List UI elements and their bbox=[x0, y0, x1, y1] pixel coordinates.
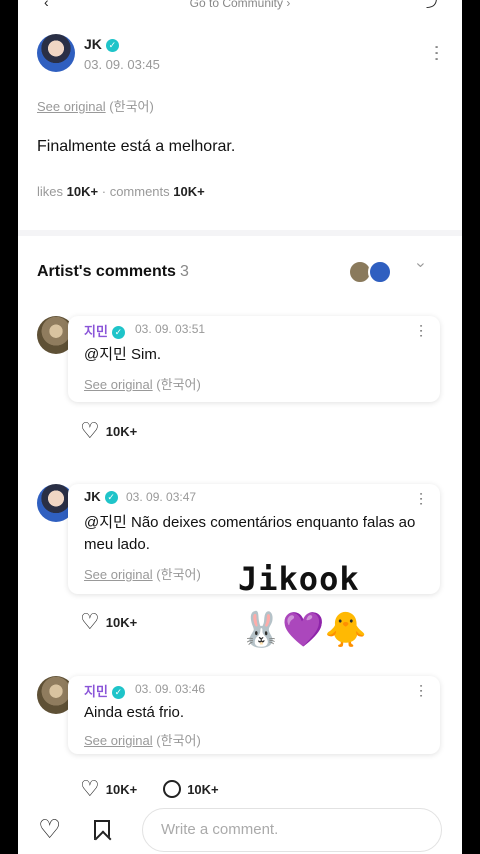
likes-count: 10K+ bbox=[66, 184, 99, 199]
comment-author[interactable]: 지민 ✓ bbox=[84, 681, 125, 700]
likes-label: likes bbox=[37, 184, 64, 199]
post-author[interactable]: JK ✓ bbox=[84, 36, 119, 52]
author-name: JK bbox=[84, 489, 101, 504]
author-name: 지민 bbox=[84, 684, 108, 699]
author-name: JK bbox=[84, 36, 102, 52]
separator: · bbox=[101, 184, 107, 199]
heart-icon[interactable]: ♡ bbox=[80, 420, 100, 442]
likes-count: 10K+ bbox=[105, 423, 138, 439]
original-language: (한국어) bbox=[109, 99, 154, 114]
bottom-bar: ♡ Write a comment. bbox=[18, 806, 462, 854]
like-heart-icon[interactable]: ♡ bbox=[38, 814, 61, 845]
comment-likes[interactable]: ♡ 10K+ bbox=[80, 420, 138, 442]
see-original-link[interactable]: See original (한국어) bbox=[84, 564, 201, 583]
verified-icon: ✓ bbox=[111, 326, 125, 339]
comment-text: Ainda está frio. bbox=[84, 704, 185, 721]
replies-count: 10K+ bbox=[187, 781, 219, 797]
avatar bbox=[368, 260, 392, 284]
original-language: (한국어) bbox=[156, 567, 201, 582]
post-stats: likes 10K+ · comments 10K+ bbox=[37, 184, 205, 199]
original-language: (한국어) bbox=[156, 733, 201, 748]
comment-timestamp: 03. 09. 03:46 bbox=[135, 682, 206, 696]
artist-comments-section: Artist's comments 3 ‹ 지민 ✓ 03. 09. 03:51 ⋯… bbox=[18, 236, 462, 854]
heart-icon[interactable]: ♡ bbox=[80, 611, 100, 633]
author-name: 지민 bbox=[84, 324, 108, 339]
heart-icon[interactable]: ♡ bbox=[80, 778, 100, 800]
comment-likes[interactable]: ♡ 10K+ bbox=[80, 611, 138, 633]
verified-icon: ✓ bbox=[105, 39, 119, 52]
comment-box: 지민 ✓ 03. 09. 03:46 ⋯ Ainda está frio. See… bbox=[68, 676, 440, 754]
more-options-icon[interactable]: ⋯ bbox=[412, 684, 430, 699]
post-card: JK ✓ 03. 09. 03:45 ⋯ See original (한국어) F… bbox=[18, 14, 462, 230]
post-timestamp: 03. 09. 03:45 bbox=[84, 57, 160, 72]
see-original-link[interactable]: See original (한국어) bbox=[84, 374, 201, 393]
bookmark-icon[interactable] bbox=[94, 820, 110, 840]
section-title: Artist's comments 3 bbox=[37, 263, 189, 281]
comment-text: @지민 Sim. bbox=[84, 346, 161, 363]
more-options-icon[interactable]: ⋯ bbox=[427, 44, 447, 62]
more-options-icon[interactable]: ⋯ bbox=[412, 324, 430, 339]
post-body: Finalmente está a melhorar. bbox=[37, 138, 236, 155]
reply-icon[interactable] bbox=[163, 780, 182, 798]
chevron-up-icon[interactable]: ‹ bbox=[412, 262, 430, 267]
more-options-icon[interactable]: ⋯ bbox=[412, 492, 430, 507]
section-count: 3 bbox=[179, 263, 189, 280]
comment-box: 지민 ✓ 03. 09. 03:51 ⋯ @지민 Sim. See origina… bbox=[68, 316, 440, 402]
avatar[interactable] bbox=[37, 34, 75, 72]
overlay-caption: Jikook bbox=[238, 560, 360, 598]
emoji-sticker: 🐰💜🐥 bbox=[240, 611, 368, 649]
see-original-label: See original bbox=[37, 99, 106, 114]
top-bar: ‹ Go to Community › ⤴ bbox=[18, 0, 462, 14]
see-original-label: See original bbox=[84, 567, 153, 582]
verified-icon: ✓ bbox=[104, 491, 118, 504]
comment-input[interactable]: Write a comment. bbox=[142, 808, 442, 852]
see-original-link[interactable]: See original (한국어) bbox=[84, 730, 201, 749]
likes-count: 10K+ bbox=[105, 781, 138, 797]
comments-count: 10K+ bbox=[173, 184, 205, 199]
comment-author[interactable]: 지민 ✓ bbox=[84, 321, 125, 340]
likes-count: 10K+ bbox=[105, 614, 138, 630]
see-original-label: See original bbox=[84, 377, 153, 392]
app-frame: ‹ Go to Community › ⤴ JK ✓ 03. 09. 03:45 … bbox=[18, 0, 462, 854]
comment-timestamp: 03. 09. 03:47 bbox=[126, 490, 197, 504]
see-original-link[interactable]: See original (한국어) bbox=[37, 96, 154, 115]
comment-timestamp: 03. 09. 03:51 bbox=[135, 322, 206, 336]
go-to-community-link[interactable]: Go to Community › bbox=[18, 0, 462, 10]
verified-icon: ✓ bbox=[111, 686, 125, 699]
see-original-label: See original bbox=[84, 733, 153, 748]
share-icon[interactable]: ⤴ bbox=[426, 0, 440, 12]
comment-actions: ♡ 10K+ 10K+ bbox=[80, 778, 219, 800]
section-title-label: Artist's comments bbox=[37, 263, 176, 280]
original-language: (한국어) bbox=[156, 377, 201, 392]
comment-text: @지민 Não deixes comentários enquanto fala… bbox=[84, 514, 416, 553]
comment-author[interactable]: JK ✓ bbox=[84, 489, 118, 504]
comments-label: comments bbox=[109, 184, 170, 199]
